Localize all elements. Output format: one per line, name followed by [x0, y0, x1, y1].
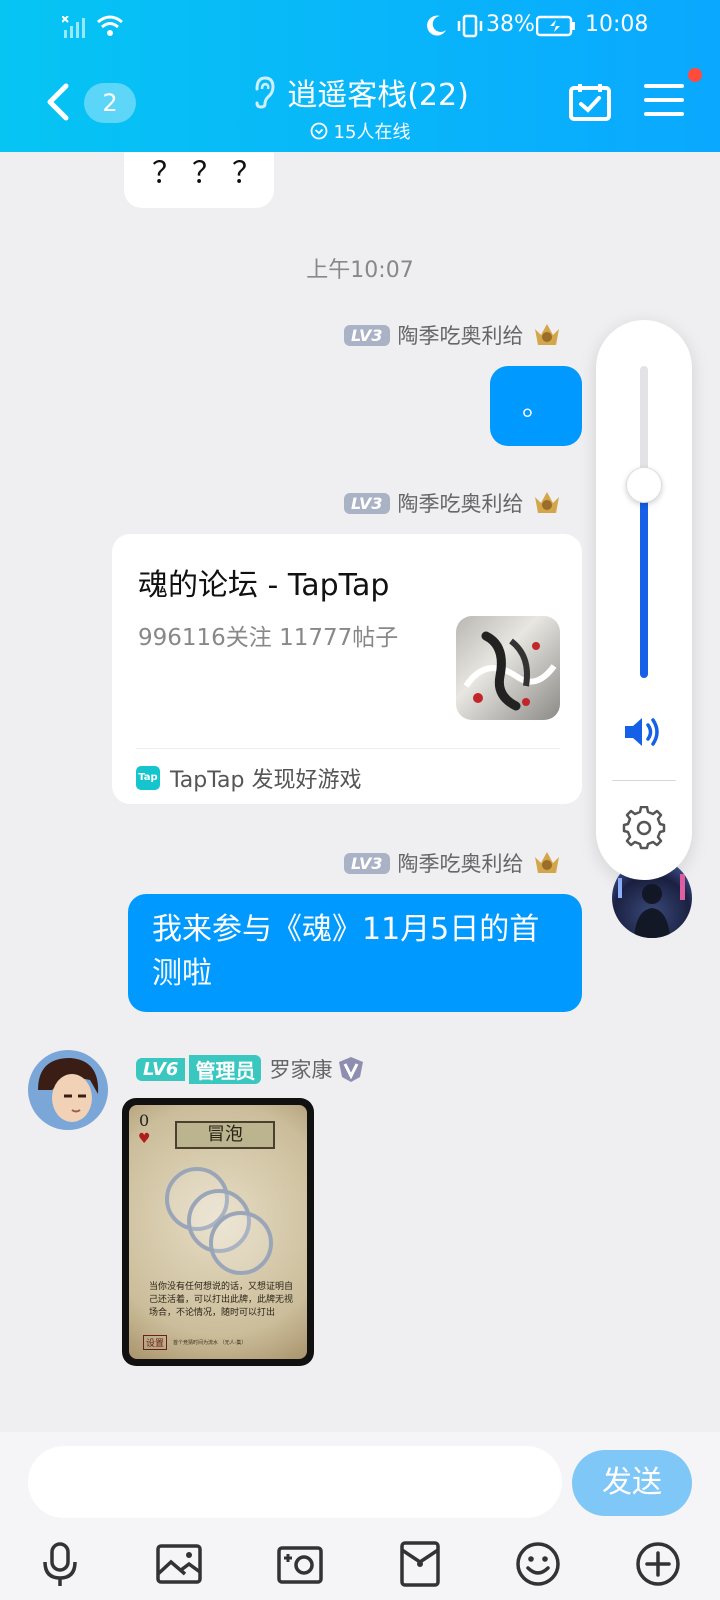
emoji-button[interactable]	[514, 1540, 562, 1588]
sender-name[interactable]: 陶季吃奥利给	[398, 848, 524, 878]
card-thumbnail	[456, 616, 560, 720]
red-packet-button[interactable]	[396, 1540, 444, 1588]
volume-slider-track[interactable]	[626, 366, 662, 678]
notification-dot	[688, 68, 702, 82]
speaker-icon	[625, 718, 659, 746]
level-badge: LV3	[344, 324, 390, 346]
message-bubble[interactable]: 我来参与《魂》11月5日的首测啦	[128, 894, 582, 1012]
crown-medal-icon	[534, 492, 559, 513]
volume-mute-button[interactable]	[622, 712, 666, 756]
message-text: 。	[521, 389, 550, 422]
sender-name[interactable]: 罗家康	[269, 1054, 332, 1084]
image-message[interactable]: 0 ♥ 冒泡 当你没有任何想说的话，又想证明自己还活着，可以打出此牌，此牌无视场…	[122, 1098, 314, 1366]
sender-row: LV3 陶季吃奥利给	[344, 320, 562, 350]
bubble-rings-art	[165, 1167, 273, 1275]
level-badge: LV3	[344, 492, 390, 514]
send-button[interactable]: 发送	[572, 1450, 692, 1516]
plus-icon	[636, 1542, 680, 1586]
camera-button[interactable]	[276, 1540, 324, 1588]
microphone-icon	[43, 1542, 77, 1586]
avatar[interactable]	[28, 1050, 108, 1130]
sound-settings-button[interactable]	[622, 805, 666, 854]
sender-row: LV3 陶季吃奥利给	[344, 488, 562, 518]
taptap-logo-icon: Tap	[136, 766, 160, 790]
menu-button[interactable]	[644, 82, 684, 118]
vibrate-icon	[456, 14, 484, 44]
message-bubble[interactable]: ？？？	[124, 152, 274, 208]
menu-icon	[644, 84, 684, 116]
online-status: 15人在线	[0, 118, 720, 144]
crown-medal-icon	[534, 324, 559, 345]
moon-icon	[424, 14, 448, 44]
role-badge: 管理员	[189, 1054, 262, 1084]
message-text: ？？？	[152, 156, 272, 191]
link-card[interactable]: 魂的论坛 - TapTap 996116关注 11777帖子 Tap TapTa…	[112, 534, 582, 804]
message-bubble[interactable]: 。	[490, 366, 582, 446]
card-tag: 设置	[143, 1335, 168, 1350]
clock: 10:08	[585, 12, 649, 37]
signal-icon	[62, 16, 85, 38]
card-divider	[136, 748, 560, 749]
online-count: 15人在线	[333, 122, 411, 143]
calendar-button[interactable]	[568, 82, 612, 122]
volume-panel	[596, 320, 692, 880]
camera-icon	[277, 1546, 323, 1584]
group-title[interactable]: 逍遥客栈(22)	[251, 70, 469, 114]
photo-button[interactable]	[155, 1540, 203, 1588]
heart-suit-icon: ♥	[138, 1131, 151, 1147]
sender-row: LV3 陶季吃奥利给	[344, 848, 562, 878]
input-bar: 发送	[0, 1432, 720, 1600]
emoji-icon	[516, 1542, 560, 1586]
crown-medal-icon	[534, 852, 559, 873]
volume-divider	[612, 780, 676, 781]
message-input[interactable]	[28, 1446, 562, 1518]
group-name: 逍遥客栈(22)	[287, 78, 469, 113]
card-source: Tap TapTap 发现好游戏	[136, 762, 361, 794]
message-timestamp: 上午10:07	[306, 258, 414, 283]
more-button[interactable]	[634, 1540, 682, 1588]
red-packet-icon	[400, 1541, 440, 1587]
v-shield-icon	[339, 1057, 364, 1082]
calendar-check-icon	[569, 84, 611, 121]
settings-gear-icon	[622, 805, 666, 850]
chat-header: 38% 10:08 2 逍遥客栈(22) 15人在线	[0, 0, 720, 152]
battery-icon	[535, 15, 576, 43]
voice-button[interactable]	[36, 1540, 84, 1588]
card-body-text: 当你没有任何想说的话，又想证明自己还活着，可以打出此牌，此牌无视场合，不论情况，…	[149, 1282, 294, 1318]
card-stats: 996116关注 11777帖子	[138, 625, 399, 651]
status-bar: 38% 10:08	[0, 12, 720, 42]
card-image: 0 ♥ 冒泡 当你没有任何想说的话，又想证明自己还活着，可以打出此牌，此牌无视场…	[129, 1105, 307, 1359]
picture-icon	[156, 1544, 202, 1584]
battery-percent: 38%	[486, 12, 535, 37]
sender-name[interactable]: 陶季吃奥利给	[398, 320, 524, 350]
message-text: 我来参与《魂》11月5日的首测啦	[152, 912, 540, 991]
wifi-icon	[97, 15, 123, 36]
card-corner-number: 0	[139, 1111, 150, 1130]
title-area[interactable]: 逍遥客栈(22) 15人在线	[0, 70, 720, 144]
check-circle-icon	[310, 122, 327, 140]
card-source-label: TapTap 发现好游戏	[170, 768, 362, 793]
level-badge: LV3	[344, 852, 390, 874]
card-footer: 首个竞猜时间为流水 （无人-集）	[173, 1340, 247, 1346]
card-title: 魂的论坛 - TapTap	[138, 568, 390, 603]
card-title-plate: 冒泡	[175, 1121, 275, 1149]
sender-name[interactable]: 陶季吃奥利给	[398, 488, 524, 518]
level-badge: LV6	[136, 1057, 186, 1081]
sender-row: LV6 管理员 罗家康	[136, 1054, 366, 1084]
volume-slider-thumb[interactable]	[626, 466, 662, 503]
volume-slider-fill	[640, 484, 648, 678]
ear-icon	[255, 76, 275, 109]
